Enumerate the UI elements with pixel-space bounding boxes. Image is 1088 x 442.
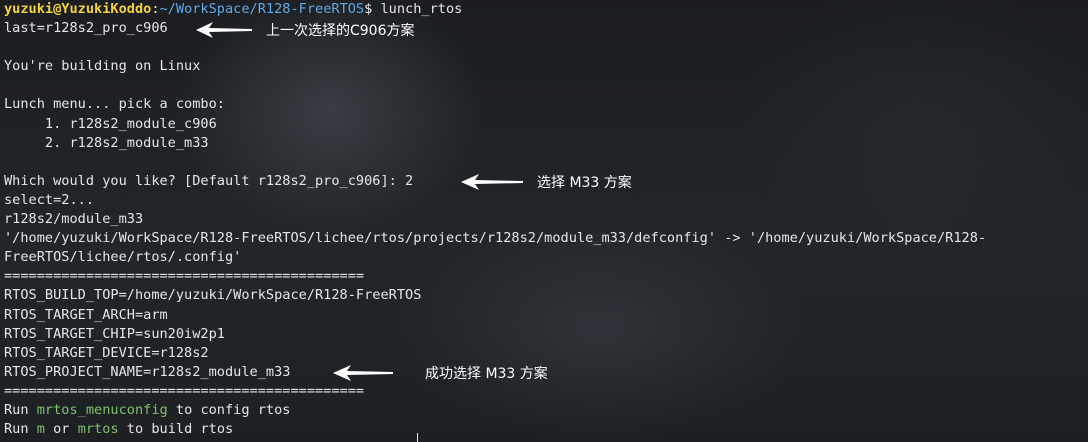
arrow-left-icon bbox=[333, 365, 393, 381]
prompt-user-host: yuzuki@YuzukiKoddo bbox=[4, 1, 152, 17]
run-mid: or bbox=[44, 421, 78, 438]
command-mrtos: mrtos bbox=[77, 421, 119, 438]
output-line: ========================================… bbox=[4, 268, 365, 285]
prompt-dollar: $ bbox=[364, 1, 381, 17]
text-cursor bbox=[417, 433, 418, 442]
run-prefix: Run bbox=[4, 401, 37, 418]
output-line: Lunch menu... pick a combo: bbox=[4, 96, 225, 113]
annotation-previous-choice: 上一次选择的C906方案 bbox=[196, 20, 415, 40]
prompt-separator: : bbox=[151, 1, 160, 17]
annotation-text: 选择 M33 方案 bbox=[537, 175, 632, 191]
output-line: RTOS_BUILD_TOP=/home/yuzuki/WorkSpace/R1… bbox=[4, 287, 422, 304]
run-line-menuconfig: Run mrtos_menuconfig to config rtos bbox=[4, 401, 986, 420]
output-line: RTOS_TARGET_CHIP=sun20iw2p1 bbox=[4, 325, 225, 342]
annotation-text: 上一次选择的C906方案 bbox=[266, 23, 415, 39]
output-line: You're building on Linux bbox=[4, 58, 201, 75]
command-mrtos-menuconfig: mrtos_menuconfig bbox=[36, 401, 168, 418]
prompt-command: lunch_rtos bbox=[380, 1, 463, 17]
run-suffix: to config rtos bbox=[167, 401, 291, 418]
output-line: last=r128s2_pro_c906 bbox=[4, 20, 168, 37]
output-line: RTOS_TARGET_DEVICE=r128s2 bbox=[4, 344, 209, 361]
command-m: m bbox=[36, 421, 45, 438]
output-line: select=2... bbox=[4, 191, 95, 208]
annotation-text: 成功选择 M33 方案 bbox=[425, 366, 548, 382]
run-line-build: Run m or mrtos to build rtos bbox=[4, 420, 986, 439]
arrow-left-icon bbox=[196, 22, 252, 38]
terminal-window[interactable]: yuzuki@YuzukiKoddo:~/WorkSpace/R128-Free… bbox=[0, 0, 1088, 442]
output-line: RTOS_TARGET_ARCH=arm bbox=[4, 306, 168, 323]
run-prefix: Run bbox=[4, 421, 37, 438]
output-line: '/home/yuzuki/WorkSpace/R128-FreeRTOS/li… bbox=[4, 230, 987, 247]
output-line: 1. r128s2_module_c906 bbox=[4, 115, 217, 132]
output-line: r128s2/module_m33 bbox=[4, 211, 144, 228]
arrow-left-icon bbox=[461, 174, 523, 190]
output-line: ========================================… bbox=[4, 382, 365, 399]
annotation-chosen-m33: 成功选择 M33 方案 bbox=[333, 363, 548, 383]
run-suffix: to build rtos bbox=[118, 421, 234, 438]
annotation-choose-m33: 选择 M33 方案 bbox=[461, 172, 632, 192]
prompt-line: yuzuki@YuzukiKoddo:~/WorkSpace/R128-Free… bbox=[4, 0, 986, 19]
output-line: 2. r128s2_module_m33 bbox=[4, 134, 209, 151]
prompt-cwd: ~/WorkSpace/R128-FreeRTOS bbox=[159, 1, 365, 17]
output-line: FreeRTOS/lichee/rtos/.config' bbox=[4, 249, 242, 266]
